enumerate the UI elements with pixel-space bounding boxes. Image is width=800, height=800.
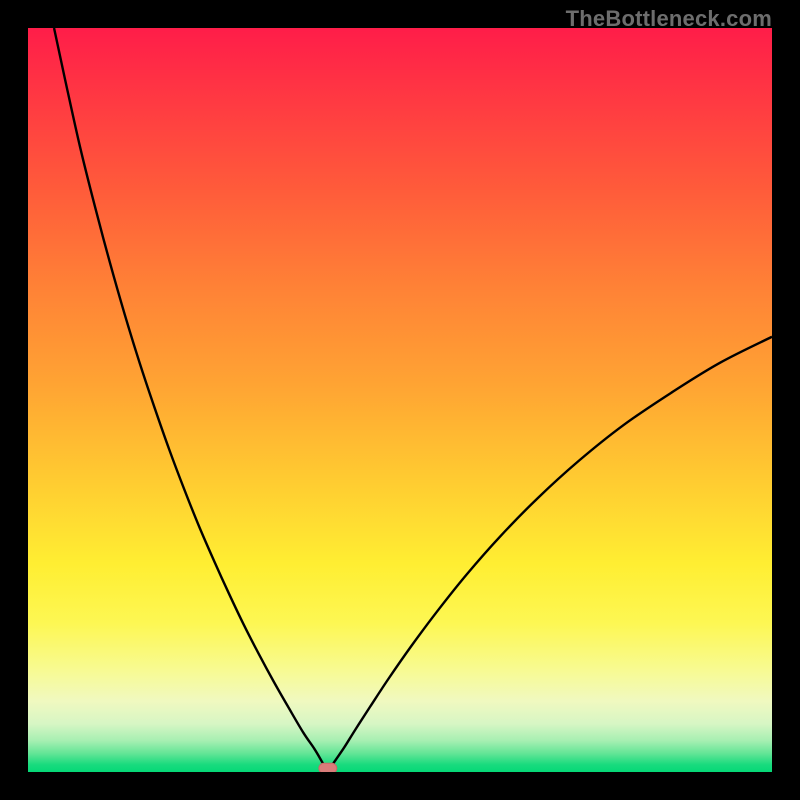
- chart-svg: [28, 28, 772, 772]
- plot-area: [28, 28, 772, 772]
- watermark-text: TheBottleneck.com: [566, 6, 772, 32]
- optimum-marker: [319, 763, 337, 772]
- chart-frame: TheBottleneck.com: [0, 0, 800, 800]
